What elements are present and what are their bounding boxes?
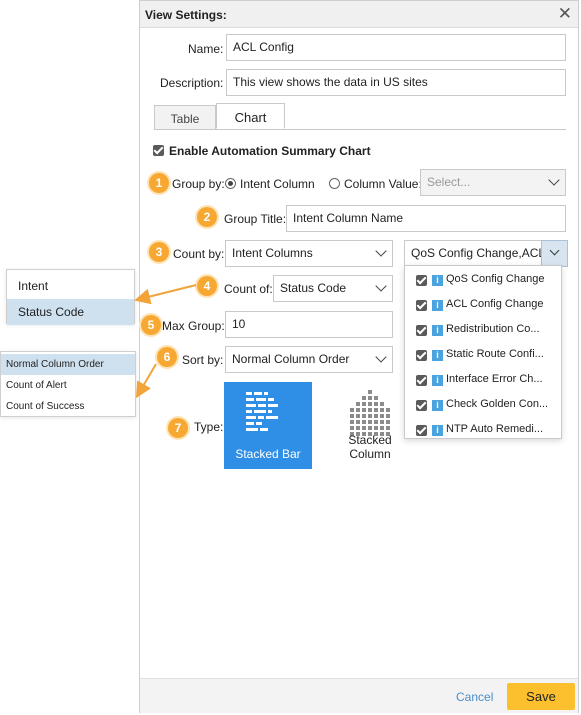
close-icon[interactable]: ✕ xyxy=(558,4,572,24)
count-by-item[interactable]: i ACL Config Change xyxy=(405,292,561,317)
info-icon: i xyxy=(432,375,443,386)
dialog-title: View Settings: xyxy=(145,8,227,22)
group-title-input[interactable]: Intent Column Name xyxy=(286,205,566,232)
step-badge-2: 2 xyxy=(197,207,217,227)
step-badge-5: 5 xyxy=(141,315,161,335)
name-input[interactable]: ACL Config xyxy=(226,34,566,61)
count-by-item[interactable]: i Redistribution Co... xyxy=(405,317,561,342)
info-icon: i xyxy=(432,325,443,336)
step-badge-3: 3 xyxy=(149,242,169,262)
column-value-select: Select... xyxy=(420,169,566,196)
sort-by-options-popup: Normal Column Order Count of Alert Count… xyxy=(0,351,136,417)
count-by-value: Intent Columns xyxy=(232,246,313,260)
count-by-item[interactable]: i Static Route Confi... xyxy=(405,342,561,367)
step-badge-1: 1 xyxy=(149,173,169,193)
group-by-column-value-label: Column Value: xyxy=(344,177,422,191)
tab-bar: Table Chart xyxy=(154,103,566,130)
item-checkbox[interactable] xyxy=(416,425,427,436)
item-label: NTP Auto Remedi... xyxy=(446,423,544,435)
max-group-input[interactable]: 10 xyxy=(225,311,393,338)
count-of-value: Status Code xyxy=(280,281,347,295)
count-by-item[interactable]: i Interface Error Ch... xyxy=(405,367,561,392)
save-button[interactable]: Save xyxy=(507,683,575,710)
group-by-label: Group by: xyxy=(172,177,225,191)
sort-by-option-success[interactable]: Count of Success xyxy=(1,396,135,417)
count-of-label: Count of: xyxy=(224,282,273,296)
sort-by-option-alert[interactable]: Count of Alert xyxy=(1,375,135,396)
description-input[interactable]: This view shows the data in US sites xyxy=(226,69,566,96)
stacked-bar-label: Stacked Bar xyxy=(235,447,301,461)
item-label: ACL Config Change xyxy=(446,298,544,310)
chevron-down-icon xyxy=(375,280,387,292)
count-by-multiselect[interactable]: QoS Config Change,ACL... xyxy=(404,240,542,267)
info-icon: i xyxy=(432,400,443,411)
stacked-bar-icon xyxy=(246,392,278,431)
count-by-item[interactable]: i Check Golden Con... xyxy=(405,392,561,417)
description-label: Description: xyxy=(160,76,224,90)
dialog-titlebar: View Settings: ✕ xyxy=(140,1,578,28)
chevron-down-icon xyxy=(375,245,387,257)
group-by-column-value-radio[interactable] xyxy=(329,178,340,189)
info-icon: i xyxy=(432,425,443,436)
group-title-label: Group Title: xyxy=(224,212,287,226)
stacked-column-label: Stacked Column xyxy=(348,433,392,461)
dialog-footer: Cancel Save xyxy=(140,678,578,713)
count-of-options-popup: Intent Status Code xyxy=(6,269,135,325)
step-badge-7: 7 xyxy=(168,418,188,438)
item-checkbox[interactable] xyxy=(416,275,427,286)
type-stacked-column-tile[interactable]: Stacked Column xyxy=(326,382,414,469)
item-checkbox[interactable] xyxy=(416,325,427,336)
sort-by-select[interactable]: Normal Column Order xyxy=(225,346,393,373)
group-by-intent-radio[interactable] xyxy=(225,178,236,189)
step-badge-6: 6 xyxy=(157,347,177,367)
chevron-down-icon xyxy=(548,174,560,186)
enable-chart-label: Enable Automation Summary Chart xyxy=(169,144,371,158)
max-group-label: Max Group: xyxy=(162,319,225,333)
item-label: QoS Config Change xyxy=(446,273,545,285)
item-label: Redistribution Co... xyxy=(446,323,540,335)
item-label: Static Route Confi... xyxy=(446,348,544,360)
sort-by-option-normal[interactable]: Normal Column Order xyxy=(1,354,135,375)
count-by-item[interactable]: i NTP Auto Remedi... xyxy=(405,417,561,442)
count-by-dropdown-button[interactable] xyxy=(541,240,568,267)
item-checkbox[interactable] xyxy=(416,375,427,386)
info-icon: i xyxy=(432,350,443,361)
item-checkbox[interactable] xyxy=(416,350,427,361)
info-icon: i xyxy=(432,275,443,286)
chevron-down-icon xyxy=(549,245,560,256)
type-label: Type: xyxy=(194,420,224,434)
name-label: Name: xyxy=(188,42,224,56)
cancel-button[interactable]: Cancel xyxy=(456,690,493,704)
tab-table[interactable]: Table xyxy=(154,105,216,130)
column-value-placeholder: Select... xyxy=(427,175,471,189)
item-checkbox[interactable] xyxy=(416,300,427,311)
sort-by-value: Normal Column Order xyxy=(232,352,350,366)
enable-chart-checkbox[interactable] xyxy=(153,145,164,156)
tab-chart[interactable]: Chart xyxy=(216,103,285,129)
count-by-label: Count by: xyxy=(173,247,225,261)
item-label: Interface Error Ch... xyxy=(446,373,543,385)
count-by-select[interactable]: Intent Columns xyxy=(225,240,393,267)
count-of-option-intent[interactable]: Intent xyxy=(7,273,134,299)
count-by-item[interactable]: i QoS Config Change xyxy=(405,267,561,292)
count-of-select[interactable]: Status Code xyxy=(273,275,393,302)
item-label: Check Golden Con... xyxy=(446,398,549,410)
info-icon: i xyxy=(432,300,443,311)
type-stacked-bar-tile[interactable]: Stacked Bar xyxy=(224,382,312,469)
item-checkbox[interactable] xyxy=(416,400,427,411)
step-badge-4: 4 xyxy=(197,276,217,296)
sort-by-label: Sort by: xyxy=(182,353,224,367)
group-by-intent-label: Intent Column xyxy=(240,177,315,191)
count-of-option-status-code[interactable]: Status Code xyxy=(7,299,134,325)
chevron-down-icon xyxy=(375,351,387,363)
count-by-dropdown-panel: i QoS Config Change i ACL Config Change … xyxy=(404,265,562,439)
